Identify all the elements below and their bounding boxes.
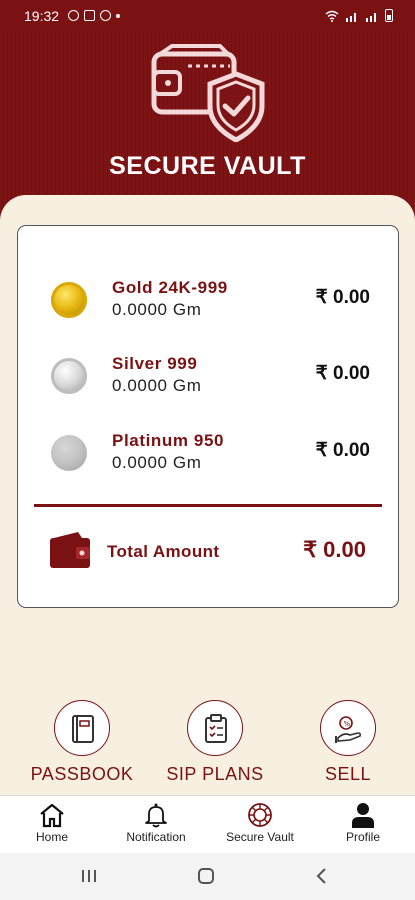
- page-title: SECURE VAULT: [109, 152, 306, 180]
- passbook-icon: [72, 715, 94, 743]
- passbook-button[interactable]: PASSBOOK: [22, 700, 142, 785]
- gold-coin-icon: [51, 282, 87, 318]
- holding-name: Platinum 950: [112, 431, 225, 450]
- back-icon[interactable]: [313, 867, 331, 885]
- sell-icon: %: [335, 716, 362, 743]
- sell-button[interactable]: % SELL: [288, 700, 408, 785]
- nav-notification-label: Notification: [126, 830, 186, 844]
- total-value: ₹ 0.00: [303, 537, 366, 562]
- battery-icon: [385, 9, 393, 22]
- platinum-coin-icon: [51, 435, 87, 471]
- gallery-icon: [84, 10, 95, 21]
- sip-plans-circle: [187, 700, 243, 756]
- sip-plans-button[interactable]: SIP PLANS: [155, 700, 275, 785]
- sip-plans-label: SIP PLANS: [166, 764, 264, 784]
- nav-secure-vault[interactable]: Secure Vault: [208, 802, 312, 844]
- wallet-shield-icon: [151, 44, 265, 142]
- signal-icon: [346, 12, 356, 22]
- chat-icon: [100, 10, 111, 21]
- nav-notification[interactable]: Notification: [104, 802, 208, 844]
- vault-summary-card: Gold 24K-999 0.0000 Gm ₹ 0.00 Silver 999…: [17, 225, 399, 608]
- whatsapp-icon: [68, 10, 79, 21]
- holding-row-silver[interactable]: Silver 999 0.0000 Gm ₹ 0.00: [18, 348, 398, 408]
- profile-icon: [352, 803, 374, 828]
- holding-value: ₹ 0.00: [315, 440, 370, 461]
- holding-quantity: 0.0000 Gm: [112, 300, 202, 319]
- holding-value: ₹ 0.00: [315, 363, 370, 384]
- system-nav-bar: [0, 853, 415, 900]
- nav-home[interactable]: Home: [0, 802, 104, 844]
- passbook-label: PASSBOOK: [30, 764, 134, 784]
- nav-secure-vault-label: Secure Vault: [226, 830, 294, 844]
- signal-icon-2: [366, 12, 376, 22]
- wallet-icon: [50, 532, 90, 568]
- system-icons: [325, 9, 393, 22]
- vault-dial-icon: [248, 803, 272, 827]
- holding-row-gold[interactable]: Gold 24K-999 0.0000 Gm ₹ 0.00: [18, 272, 398, 332]
- passbook-circle: [54, 700, 110, 756]
- home-icon: [40, 803, 64, 828]
- bottom-nav: Home Notification Secure Vault Profile: [0, 795, 415, 853]
- main-content: Gold 24K-999 0.0000 Gm ₹ 0.00 Silver 999…: [0, 195, 415, 795]
- holding-row-platinum[interactable]: Platinum 950 0.0000 Gm ₹ 0.00: [18, 425, 398, 485]
- total-row: Total Amount ₹ 0.00: [18, 522, 398, 582]
- holding-value: ₹ 0.00: [315, 287, 370, 308]
- action-buttons: PASSBOOK SIP PLANS % SELL: [0, 700, 415, 790]
- status-time: 19:32: [24, 8, 60, 24]
- holding-name: Silver 999: [112, 354, 198, 373]
- recent-apps-icon[interactable]: [80, 867, 98, 885]
- more-dot-icon: [116, 13, 120, 18]
- home-button-icon[interactable]: [197, 867, 215, 885]
- nav-home-label: Home: [35, 830, 68, 844]
- nav-profile-label: Profile: [345, 830, 380, 844]
- nav-profile[interactable]: Profile: [311, 802, 415, 844]
- holding-quantity: 0.0000 Gm: [112, 453, 202, 472]
- holding-name: Gold 24K-999: [112, 278, 228, 297]
- total-label: Total Amount: [107, 542, 220, 561]
- sell-label: SELL: [324, 764, 372, 784]
- wifi-icon: [325, 10, 339, 22]
- holding-quantity: 0.0000 Gm: [112, 376, 202, 395]
- silver-coin-icon: [51, 358, 87, 394]
- divider: [34, 504, 382, 507]
- notification-icons: [68, 10, 120, 21]
- svg-text:%: %: [344, 720, 351, 728]
- bell-icon: [145, 803, 167, 828]
- status-bar: 19:32: [0, 0, 415, 32]
- clipboard-icon: [205, 714, 227, 743]
- sell-circle: %: [320, 700, 376, 756]
